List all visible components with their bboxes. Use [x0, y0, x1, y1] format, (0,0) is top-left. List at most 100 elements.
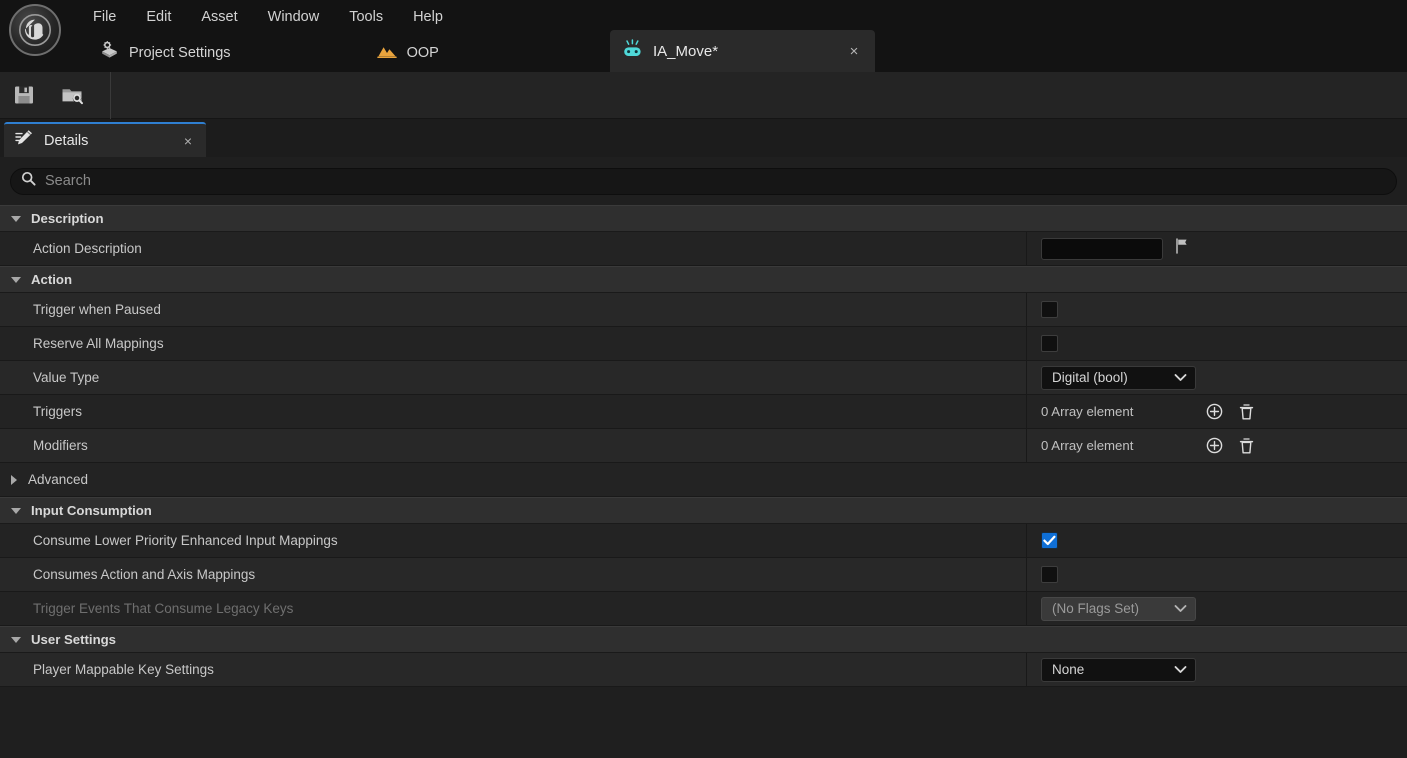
property-row-trigger-events-legacy-keys: Trigger Events That Consume Legacy Keys … — [0, 592, 1407, 626]
document-tab-close-icon[interactable]: × — [845, 44, 863, 59]
player-mappable-key-settings-selected: None — [1052, 662, 1085, 677]
project-settings-label: Project Settings — [129, 45, 231, 61]
level-label: OOP — [406, 45, 439, 61]
modifiers-array-count: 0 Array element — [1041, 438, 1134, 453]
browse-button[interactable] — [48, 73, 96, 117]
property-value: Digital (bool) — [1026, 361, 1407, 394]
menu-item-file[interactable]: File — [78, 5, 131, 29]
chevron-down-icon[interactable] — [11, 636, 21, 643]
category-header-description[interactable]: Description — [0, 205, 1407, 232]
property-row-consumes-action-axis: Consumes Action and Axis Mappings — [0, 558, 1407, 592]
modifiers-delete-button[interactable] — [1235, 435, 1257, 457]
property-row-triggers: Triggers 0 Array element — [0, 395, 1407, 429]
level-button[interactable]: OOP — [363, 37, 453, 70]
property-label: Action Description — [33, 241, 142, 256]
property-value — [1026, 232, 1407, 265]
checkmark-icon — [1043, 535, 1056, 546]
property-value: None — [1026, 653, 1407, 686]
category-header-user-settings[interactable]: User Settings — [0, 626, 1407, 653]
tab-details[interactable]: Details × — [4, 122, 206, 157]
details-pencil-icon — [14, 129, 34, 152]
title-bar: File Edit Asset Window Tools Help Projec… — [0, 0, 1407, 72]
menu-item-tools[interactable]: Tools — [334, 5, 398, 29]
property-list: Description Action Description Action Tr… — [0, 205, 1407, 727]
localization-flag-icon[interactable] — [1173, 237, 1191, 260]
property-value — [1026, 293, 1407, 326]
menu-item-window[interactable]: Window — [253, 5, 335, 29]
tab-details-label: Details — [44, 132, 89, 149]
category-header-input-consumption[interactable]: Input Consumption — [0, 497, 1407, 524]
search-placeholder: Search — [45, 173, 91, 189]
property-value: 0 Array element — [1026, 429, 1407, 462]
level-mountain-icon — [376, 43, 397, 64]
trigger-events-legacy-keys-selected: (No Flags Set) — [1052, 601, 1140, 616]
property-row-consume-lower-priority: Consume Lower Priority Enhanced Input Ma… — [0, 524, 1407, 558]
project-settings-icon — [100, 41, 119, 65]
browse-folder-search-icon — [62, 89, 83, 105]
document-tab-ia-move[interactable]: IA_Move* × — [610, 30, 875, 72]
property-label: Trigger when Paused — [33, 302, 161, 317]
plus-circle-icon — [1206, 403, 1222, 420]
chevron-down-icon[interactable] — [11, 276, 21, 283]
action-description-field[interactable] — [1041, 237, 1163, 260]
toolbar-divider — [110, 71, 111, 119]
trash-icon — [1239, 403, 1253, 419]
details-panel-tabstrip: Details × — [0, 119, 1407, 157]
property-value: 0 Array element — [1026, 395, 1407, 428]
asset-editor-toolbar — [0, 71, 1407, 119]
trigger-when-paused-checkbox[interactable] — [1041, 301, 1058, 318]
property-label: Player Mappable Key Settings — [33, 662, 214, 677]
chevron-down-icon — [1160, 373, 1187, 382]
triggers-add-button[interactable] — [1203, 401, 1225, 423]
chevron-right-icon[interactable] — [11, 474, 17, 485]
property-row-trigger-when-paused: Trigger when Paused — [0, 293, 1407, 327]
category-label: Advanced — [28, 472, 89, 487]
category-label: User Settings — [31, 632, 117, 647]
triggers-array-count: 0 Array element — [1041, 404, 1134, 419]
property-row-player-mappable-key-settings: Player Mappable Key Settings None — [0, 653, 1407, 687]
menu-item-edit[interactable]: Edit — [131, 5, 186, 29]
player-mappable-key-settings-dropdown[interactable]: None — [1041, 657, 1196, 682]
reserve-all-mappings-checkbox[interactable] — [1041, 335, 1058, 352]
property-label: Value Type — [33, 370, 100, 385]
property-label: Trigger Events That Consume Legacy Keys — [33, 601, 294, 616]
property-row-modifiers: Modifiers 0 Array element — [0, 429, 1407, 463]
value-type-dropdown[interactable]: Digital (bool) — [1041, 365, 1196, 390]
category-header-advanced[interactable]: Advanced — [0, 463, 1407, 497]
property-value — [1026, 558, 1407, 591]
menu-bar: File Edit Asset Window Tools Help — [78, 0, 458, 34]
value-type-selected: Digital (bool) — [1052, 370, 1128, 385]
category-label: Input Consumption — [31, 503, 152, 518]
property-label: Triggers — [33, 404, 83, 419]
menu-item-asset[interactable]: Asset — [186, 5, 252, 29]
trigger-events-legacy-keys-dropdown[interactable]: (No Flags Set) — [1041, 596, 1196, 621]
property-row-value-type: Value Type Digital (bool) — [0, 361, 1407, 395]
plus-circle-icon — [1206, 437, 1222, 454]
trash-icon — [1239, 437, 1253, 453]
tab-details-close-icon[interactable]: × — [180, 133, 196, 149]
property-label: Modifiers — [33, 438, 88, 453]
property-label: Reserve All Mappings — [33, 336, 164, 351]
category-header-action[interactable]: Action — [0, 266, 1407, 293]
project-settings-button[interactable]: Project Settings — [86, 35, 245, 71]
property-label: Consume Lower Priority Enhanced Input Ma… — [33, 533, 338, 548]
input-action-gamepad-icon — [622, 38, 643, 64]
chevron-down-icon[interactable] — [11, 507, 21, 514]
property-label: Consumes Action and Axis Mappings — [33, 567, 256, 582]
consume-lower-priority-checkbox[interactable] — [1041, 532, 1058, 549]
unreal-engine-logo-icon[interactable] — [9, 4, 61, 56]
category-label: Action — [31, 272, 73, 287]
details-panel-body: Search Description Action Description Ac… — [0, 157, 1407, 758]
search-row: Search — [0, 157, 1407, 205]
modifiers-add-button[interactable] — [1203, 435, 1225, 457]
consumes-action-and-axis-checkbox[interactable] — [1041, 566, 1058, 583]
property-value: (No Flags Set) — [1026, 592, 1407, 625]
triggers-delete-button[interactable] — [1235, 401, 1257, 423]
chevron-down-icon[interactable] — [11, 215, 21, 222]
chevron-down-icon — [1160, 604, 1187, 613]
save-button[interactable] — [0, 73, 48, 117]
category-label: Description — [31, 211, 104, 226]
search-input[interactable]: Search — [10, 167, 1397, 195]
menu-item-help[interactable]: Help — [398, 5, 458, 29]
save-floppy-icon — [15, 86, 33, 104]
